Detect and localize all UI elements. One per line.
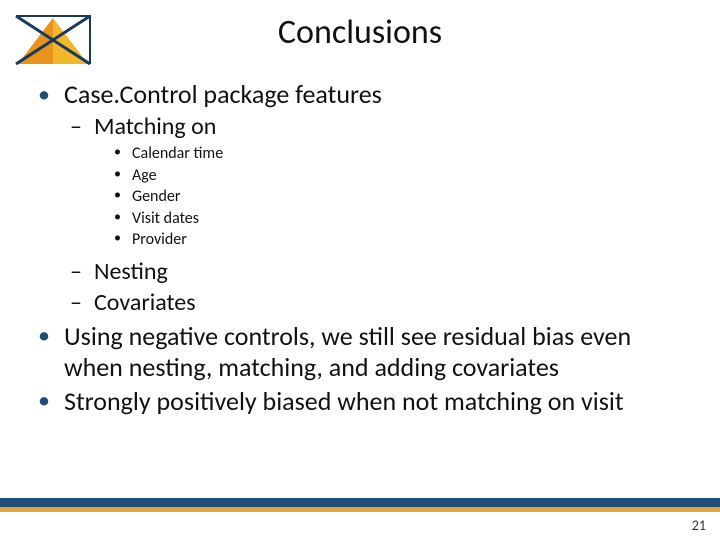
bullet-text: Covariates bbox=[94, 288, 196, 317]
bullet-text: Provider bbox=[132, 230, 187, 249]
slide-title: Conclusions bbox=[0, 12, 720, 53]
slide-content: Case.Control package features Matching o… bbox=[38, 78, 686, 421]
bullet-match-item: Calendar time bbox=[114, 143, 686, 165]
bullet-strongbias: Strongly positively biased when not matc… bbox=[38, 386, 686, 417]
bullet-match-item: Age bbox=[114, 165, 686, 187]
bullet-text: Gender bbox=[132, 187, 180, 206]
bullet-text: Nesting bbox=[94, 257, 168, 286]
bullet-text: Age bbox=[132, 166, 157, 185]
footer-band bbox=[0, 498, 720, 512]
bullet-text: Calendar time bbox=[132, 144, 223, 163]
bullet-text: Using negative controls, we still see re… bbox=[64, 320, 631, 383]
slide: Conclusions Case.Control package feature… bbox=[0, 0, 720, 540]
bullet-text: Matching on bbox=[94, 112, 216, 141]
bullet-text: Visit dates bbox=[132, 209, 199, 228]
bullet-list-l2: Matching on Calendar time Age Gender Vis… bbox=[70, 112, 686, 317]
bullet-text: Strongly positively biased when not matc… bbox=[64, 385, 624, 417]
bullet-list-l3: Calendar time Age Gender Visit dates Pro… bbox=[114, 143, 686, 251]
footer-bar-blue bbox=[0, 498, 720, 507]
footer-bar-orange bbox=[0, 507, 720, 512]
bullet-list-l1: Case.Control package features Matching o… bbox=[38, 78, 686, 417]
bullet-negcontrols: Using negative controls, we still see re… bbox=[38, 321, 686, 382]
bullet-text: Case.Control package features bbox=[64, 78, 382, 110]
bullet-features: Case.Control package features Matching o… bbox=[38, 78, 686, 317]
page-number: 21 bbox=[692, 517, 706, 534]
bullet-covariates: Covariates bbox=[70, 288, 686, 317]
bullet-matching: Matching on Calendar time Age Gender Vis… bbox=[70, 112, 686, 251]
bullet-nesting: Nesting bbox=[70, 257, 686, 286]
bullet-match-item: Visit dates bbox=[114, 208, 686, 230]
bullet-match-item: Gender bbox=[114, 186, 686, 208]
bullet-match-item: Provider bbox=[114, 229, 686, 251]
